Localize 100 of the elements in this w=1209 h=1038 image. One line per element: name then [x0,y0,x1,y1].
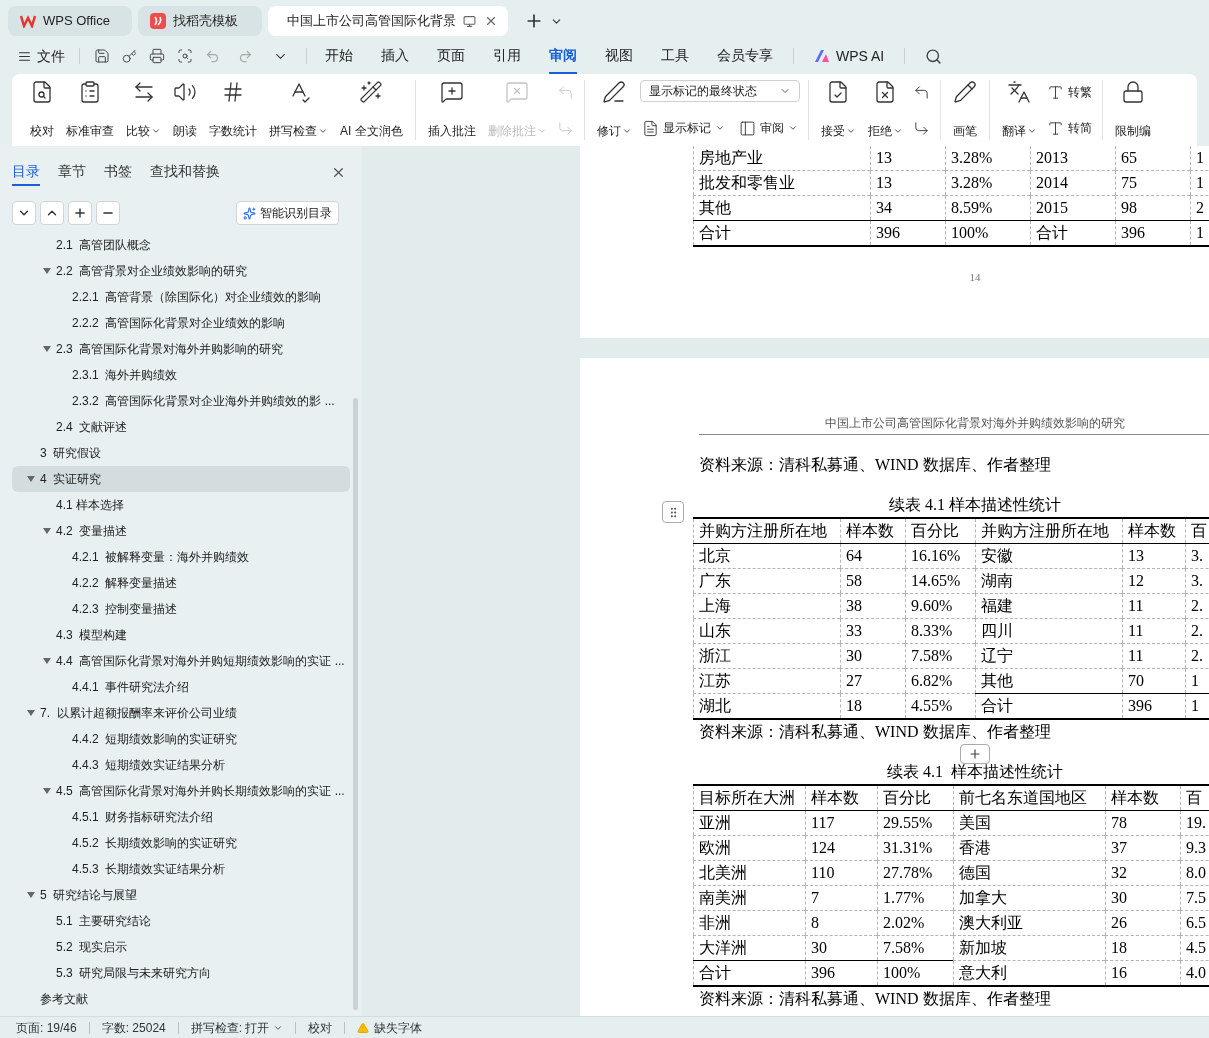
status-warning[interactable]: 缺失字体 [357,1018,423,1037]
panel-tab[interactable]: 目录 [12,158,40,186]
table-handle[interactable] [662,501,684,523]
tool-button[interactable]: 翻译 [997,80,1041,140]
toc-item[interactable]: 2.2.1 高管背景（除国际化）对企业绩效的影响 [12,284,350,310]
print-preview-icon[interactable] [177,48,193,64]
table-cell: 6.5 [1180,911,1209,935]
toc-item[interactable]: 2.3.2 高管国际化背景对企业海外并购绩效的影 ... [12,388,350,414]
expanded-triangle-icon[interactable] [27,709,35,717]
menu-tab[interactable]: 视图 [605,38,633,74]
toc-item[interactable]: 3 研究假设 [12,440,350,466]
expanded-triangle-icon[interactable] [43,527,51,535]
menu-icon[interactable] [18,49,31,63]
column-header: 样本数 [805,786,877,810]
table-cell: 6.82% [905,669,975,693]
menu-tab[interactable]: 开始 [325,38,353,74]
toc-item[interactable]: 5.2 现实启示 [12,934,350,960]
tool-button[interactable]: 字数统计 [205,80,261,140]
markup-select[interactable]: 显示标记的最终状态 [639,80,800,102]
outline-tool-button[interactable] [96,201,120,225]
toc-item[interactable]: 参考文献 [12,986,350,1012]
outline-tool-button[interactable] [40,201,64,225]
tool-button[interactable]: AI 全文润色 [336,80,407,140]
small-tool-button[interactable]: 显示标记 [639,116,727,140]
toc-item[interactable]: 4.3 模型构建 [12,622,350,648]
tool-button[interactable]: 画笔 [948,80,981,140]
tool-button[interactable]: 拼写检查 [265,80,332,140]
window-tab[interactable]: 找稻壳模板 [138,6,262,36]
toc-item[interactable]: 4.4.2 短期绩效影响的实证研究 [12,726,350,752]
tool-button[interactable]: 限制编 [1110,80,1155,140]
toc-item[interactable]: 5.3 研究局限与未来研究方向 [12,960,350,986]
expanded-triangle-icon[interactable] [43,345,51,353]
logo-icon [20,14,36,28]
tool-button[interactable]: 标准审查 [62,80,118,140]
toc-item[interactable]: 2.2 高管背景对企业绩效影响的研究 [12,258,350,284]
ai-menu[interactable]: WPS AI [836,45,885,67]
toc-item[interactable]: 4.5.3 长期绩效实证结果分析 [12,856,350,882]
tool-button[interactable]: 校对 [26,80,58,140]
toc-item[interactable]: 4.2.3 控制变量描述 [12,596,350,622]
expanded-triangle-icon[interactable] [43,787,51,795]
table-cell: 1.77% [877,886,953,910]
toc-item[interactable]: 4.2.2 解释变量描述 [12,570,350,596]
scrollbar[interactable] [353,398,358,1010]
outline-tool-button[interactable] [12,201,36,225]
small-tool-button[interactable]: 转简 [1044,116,1094,140]
toc-item[interactable]: 2.2.2 高管国际化背景对企业绩效的影响 [12,310,350,336]
toc-item[interactable]: 2.4 文献评述 [12,414,350,440]
smart-outline-button[interactable]: 智能识别目录 [236,201,339,225]
panel-tab[interactable]: 书签 [104,158,132,186]
menu-tab[interactable]: 插入 [381,38,409,74]
menu-tab[interactable]: 工具 [661,38,689,74]
toc-item[interactable]: 4.4.1 事件研究法介绍 [12,674,350,700]
status-dropdown[interactable]: 拼写检查: 打开 [190,1018,284,1037]
toc-item[interactable]: 7. 以累计超额报酬率来评价公司业绩 [12,700,350,726]
expanded-triangle-icon[interactable] [27,475,35,483]
window-tab[interactable]: WPS Office [8,6,132,36]
menu-tab[interactable]: 引用 [493,38,521,74]
tool-button[interactable]: 拒绝 [863,80,907,140]
toc-item[interactable]: 4.5.1 财务指标研究法介绍 [12,804,350,830]
tool-button[interactable]: 接受 [816,80,860,140]
print-icon[interactable] [149,48,165,64]
menu-tab[interactable]: 页面 [437,38,465,74]
toc-item[interactable]: 4 实证研究 [12,466,350,492]
key-icon[interactable] [122,48,137,64]
file-menu[interactable]: 文件 [37,45,65,67]
toc-item[interactable]: 2.3 高管国际化背景对海外并购影响的研究 [12,336,350,362]
toc-item[interactable]: 4.2.1 被解释变量：海外并购绩效 [12,544,350,570]
outline-tool-button[interactable] [68,201,92,225]
panel-tab[interactable]: 查找和替换 [150,158,220,186]
expanded-triangle-icon[interactable] [27,891,35,899]
table-cell: 64 [840,544,905,568]
column-header: 目标所在大洲 [693,786,805,810]
tool-button[interactable]: 插入批注 [423,80,480,140]
panel-tab[interactable]: 章节 [58,158,86,186]
toc-item[interactable]: 4.2 变量描述 [12,518,350,544]
small-tool-button[interactable]: 转繁 [1044,80,1094,104]
toc-item[interactable]: 5.1 主要研究结论 [12,908,350,934]
window-tab[interactable]: 中国上市公司高管国际化背景 [268,6,508,36]
close-icon[interactable] [484,14,498,28]
tool-button[interactable]: 修订 [592,80,636,140]
add-row-button[interactable] [960,744,990,764]
small-tool-button[interactable]: 审阅 [736,116,800,140]
toc-item[interactable]: 4.4.3 短期绩效实证结果分析 [12,752,350,778]
toc-item[interactable]: 4.5 高管国际化背景对海外并购长期绩效影响的实证 ... [12,778,350,804]
toc-item[interactable]: 2.3.1 海外并购绩效 [12,362,350,388]
expanded-triangle-icon[interactable] [43,657,51,665]
toc-item[interactable]: 5 研究结论与展望 [12,882,350,908]
toc-item[interactable]: 2.1 高管团队概念 [12,232,350,258]
toc-item[interactable]: 4.1 样本选择 [12,492,350,518]
tool-button[interactable]: 比较 [122,80,165,140]
toc-item[interactable]: 4.4 高管国际化背景对海外并购短期绩效影响的实证 ... [12,648,350,674]
save-icon[interactable] [94,48,110,64]
tool-button[interactable]: 朗读 [169,80,201,140]
search-icon[interactable] [925,47,943,65]
expanded-triangle-icon[interactable] [43,267,51,275]
table-cell: 房地产业 [693,146,870,170]
monitor-icon[interactable] [463,14,476,28]
menu-tab[interactable]: 会员专享 [717,38,773,74]
source-note: 资料来源：清科私募通、WIND 数据库、作者整理 [699,455,1051,475]
toc-item[interactable]: 4.5.2 长期绩效影响的实证研究 [12,830,350,856]
